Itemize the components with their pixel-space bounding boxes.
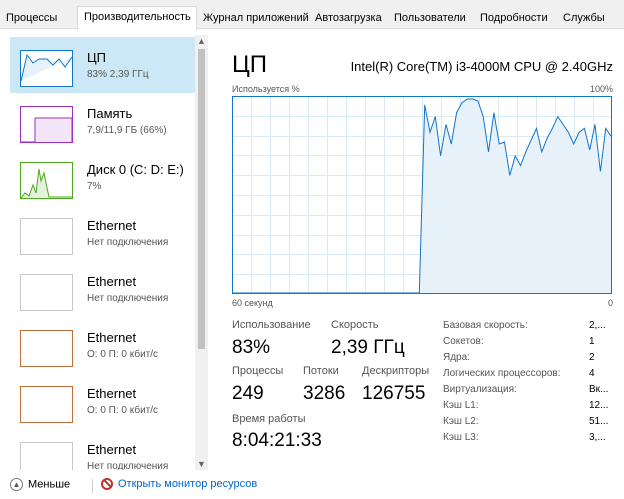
disk-graph-icon (20, 162, 73, 199)
sidebar-item-title: Ethernet (87, 386, 137, 401)
spec-logical-processors-value: 4 (589, 368, 595, 379)
spec-virtualization-value: Вк... (589, 384, 609, 395)
sidebar-item-subtitle: 83% 2,39 ГГц (87, 69, 149, 80)
processes-value: 249 (232, 383, 264, 404)
graph-x-right-label: 0 (607, 298, 613, 308)
spec-base-speed-value: 2,... (589, 320, 606, 331)
spec-l2-cache-label: Кэш L2: (443, 416, 479, 427)
memory-graph-icon (20, 106, 73, 143)
tab-performance[interactable]: Производительность (77, 6, 197, 30)
cpu-usage-graph (232, 96, 612, 294)
fewer-details-label: Меньше (28, 478, 71, 491)
sidebar-scrollbar[interactable]: ▲ ▼ (195, 35, 208, 470)
sidebar-item-title: Ethernet (87, 330, 137, 345)
open-resource-monitor-label: Открыть монитор ресурсов (118, 478, 258, 490)
sidebar-item-title: Ethernet (87, 442, 137, 457)
cpu-model-name: Intel(R) Core(TM) i3-4000M CPU @ 2.40GHz (350, 59, 613, 74)
spec-l1-cache-value: 12... (589, 400, 609, 411)
fewer-details-button[interactable]: ▲ Меньше (10, 478, 70, 496)
sidebar-item-cpu[interactable]: ЦП 83% 2,39 ГГц (10, 37, 200, 93)
handles-label: Дескрипторы (362, 365, 430, 377)
processes-label: Процессы (232, 365, 284, 377)
speed-value: 2,39 ГГц (331, 337, 405, 358)
spec-cores-value: 2 (589, 352, 595, 363)
sidebar-item-subtitle: Нет подключения (87, 461, 169, 470)
scroll-up-icon[interactable]: ▲ (195, 35, 208, 47)
usage-label: Использование (232, 319, 311, 331)
sidebar-item-ethernet[interactable]: Ethernet Нет подключения (10, 261, 200, 317)
spec-l3-cache-value: 3,... (589, 432, 606, 443)
tab-details[interactable]: Подробности (474, 9, 557, 29)
tab-users[interactable]: Пользователи (388, 9, 474, 29)
chevron-up-icon: ▲ (10, 478, 23, 491)
spec-base-speed-label: Базовая скорость: (443, 320, 528, 331)
spec-l1-cache-label: Кэш L1: (443, 400, 479, 411)
graph-y-label: Используется % (232, 84, 300, 94)
scroll-thumb[interactable] (198, 49, 205, 349)
sidebar-item-ethernet[interactable]: Ethernet Нет подключения (10, 205, 200, 261)
sidebar-item-ethernet[interactable]: Ethernet О: 0 П: 0 кбит/с (10, 317, 200, 373)
graph-y-max-label: 100% (589, 84, 613, 94)
spec-virtualization-label: Виртуализация: (443, 384, 517, 395)
uptime-value: 8:04:21:33 (232, 430, 322, 451)
spec-l2-cache-value: 51... (589, 416, 609, 427)
ethernet-graph-icon (20, 442, 73, 470)
sidebar-item-subtitle: 7% (87, 181, 102, 192)
tab-bar: Процессы Производительность Журнал прило… (0, 0, 624, 30)
tab-processes[interactable]: Процессы (0, 9, 77, 29)
sidebar-item-memory[interactable]: Память 7,9/11,9 ГБ (66%) (10, 93, 200, 149)
spec-l3-cache-label: Кэш L3: (443, 432, 479, 443)
sidebar-item-subtitle: Нет подключения (87, 237, 169, 248)
spec-logical-processors-label: Логических процессоров: (443, 368, 561, 379)
sidebar-item-title: Диск 0 (C: D: E:) (87, 162, 184, 177)
usage-value: 83% (232, 337, 271, 358)
spec-sockets-value: 1 (589, 336, 595, 347)
threads-label: Потоки (303, 365, 339, 377)
page-title: ЦП (232, 51, 268, 78)
scroll-down-icon[interactable]: ▼ (195, 458, 208, 470)
resource-sidebar: ЦП 83% 2,39 ГГц Память 7,9/11,9 ГБ (66%)… (10, 35, 208, 470)
sidebar-item-title: ЦП (87, 50, 106, 65)
handles-value: 126755 (362, 383, 426, 404)
tab-app-history[interactable]: Журнал приложений (197, 9, 309, 29)
resource-monitor-icon (101, 478, 113, 491)
ethernet-graph-icon (20, 274, 73, 311)
uptime-label: Время работы (232, 413, 306, 425)
tab-startup[interactable]: Автозагрузка (309, 9, 388, 29)
graph-x-left-label: 60 секунд (232, 298, 273, 308)
open-resource-monitor-link[interactable]: Открыть монитор ресурсов (101, 478, 258, 491)
sidebar-item-title: Ethernet (87, 218, 137, 233)
speed-label: Скорость (331, 319, 379, 331)
sidebar-item-title: Ethernet (87, 274, 137, 289)
sidebar-item-disk[interactable]: Диск 0 (C: D: E:) 7% (10, 149, 200, 205)
sidebar-item-ethernet[interactable]: Ethernet Нет подключения (10, 429, 200, 470)
sidebar-item-subtitle: О: 0 П: 0 кбит/с (87, 349, 159, 360)
tab-services[interactable]: Службы (557, 9, 617, 29)
footer-bar: ▲ Меньше Открыть монитор ресурсов (0, 478, 624, 499)
sidebar-item-subtitle: 7,9/11,9 ГБ (66%) (87, 125, 167, 136)
sidebar-item-subtitle: Нет подключения (87, 293, 169, 304)
sidebar-item-title: Память (87, 106, 133, 121)
sidebar-item-subtitle: О: 0 П: 0 кбит/с (87, 405, 159, 416)
threads-value: 3286 (303, 383, 346, 404)
ethernet-graph-icon (20, 218, 73, 255)
ethernet-graph-icon (20, 330, 73, 367)
footer-separator (92, 479, 93, 493)
spec-sockets-label: Сокетов: (443, 336, 484, 347)
ethernet-graph-icon (20, 386, 73, 423)
cpu-graph-icon (20, 50, 73, 87)
sidebar-item-ethernet[interactable]: Ethernet О: 0 П: 0 кбит/с (10, 373, 200, 429)
spec-cores-label: Ядра: (443, 352, 470, 363)
